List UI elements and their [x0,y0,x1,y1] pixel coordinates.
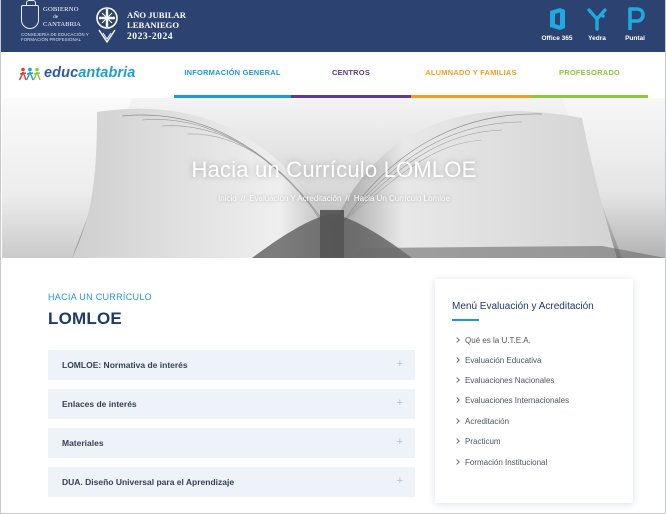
accordion-item[interactable]: LOMLOE: Normativa de interés + [48,350,415,380]
puntal-label: Puntal [625,35,645,42]
plus-icon: + [396,436,403,448]
gobierno-cantabria-logo[interactable]: GOBIERNO de CANTABRIA CONSEJERÍA DE EDUC… [21,0,91,47]
sidebar-link-label: Evaluación Educativa [465,356,542,365]
chevron-right-icon [454,438,460,444]
gov-line-4: CONSEJERÍA DE EDUCACIÓN Y FORMACIÓN PROF… [21,32,89,43]
page: GOBIERNO de CANTABRIA CONSEJERÍA DE EDUC… [0,0,666,514]
sidebar-title: Menú Evaluación y Acreditación [452,301,594,312]
breadcrumb-inicio[interactable]: Inicio [218,194,237,203]
puntal-link[interactable]: Puntal [613,6,657,46]
accordion-label: Materiales [62,438,104,448]
office-365-icon [550,8,565,30]
brand-part-1: educ [44,65,79,81]
jubilee-line-1: AÑO JUBILAR [127,10,186,20]
accordion-item[interactable]: Enlaces de interés + [48,389,415,419]
sidebar-link-label: Evaluaciones Internacionales [465,396,570,405]
breadcrumb-current: Hacia Un Currículo Lomloe [353,194,450,203]
accordion-label: Enlaces de interés [62,399,137,409]
sidebar-link-label: Practicum [465,437,501,446]
jubilee-line-2: LEBANIEGO [127,20,180,30]
sidebar-link[interactable]: Evaluación Educativa [454,356,542,365]
accordion-item[interactable]: Materiales + [48,428,415,458]
chevron-right-icon [454,357,460,363]
sidebar-link[interactable]: Practicum [454,437,501,446]
sidebar-link[interactable]: Evaluaciones Internacionales [454,396,570,405]
gov-line-1: GOBIERNO [43,6,79,13]
ano-jubilar-logo[interactable]: AÑO JUBILAR LEBANIEGO 2023-2024 [93,6,186,46]
nav-centros[interactable]: CENTROS [291,52,411,98]
nav-label: ALUMNADO Y FAMILIAS [425,68,517,77]
educantabria-logo[interactable]: educantabria [19,65,159,83]
chevron-right-icon [454,418,460,424]
breadcrumb-separator: // [240,194,246,203]
chevron-right-icon [454,459,460,465]
breadcrumb-evaluacion[interactable]: Evaluación Y Acreditación [249,194,341,203]
sidebar-link-label: Acreditación [465,417,510,426]
chevron-right-icon [454,377,460,383]
sidebar-link-label: Evaluaciones Nacionales [465,376,555,385]
top-bar: GOBIERNO de CANTABRIA CONSEJERÍA DE EDUC… [1,0,665,52]
sidebar-link[interactable]: Qué es la U.T.E.A. [454,336,531,345]
educantabria-wordmark: educantabria [44,65,135,81]
puntal-icon [628,7,645,30]
nav-informacion-general[interactable]: INFORMACIÓN GENERAL [174,52,291,98]
runners-icon [19,67,41,81]
nav-label: CENTROS [331,68,371,77]
section-title: LOMLOE [48,309,122,328]
sidebar-link[interactable]: Formación Institucional [454,458,548,467]
plus-icon: + [396,475,403,487]
hero-title: Hacia un Currículo LOMLOE [191,157,477,182]
office-365-link[interactable]: Office 365 [535,6,579,46]
breadcrumb-separator: // [345,194,350,203]
chevron-right-icon [454,397,460,403]
yedra-icon [587,8,607,31]
nav-label: PROFESORADO [559,68,620,77]
brand-part-2: antabria [78,65,136,81]
accordion-label: LOMLOE: Normativa de interés [62,360,188,370]
sidebar-menu: Menú Evaluación y Acreditación Qué es la… [435,279,633,503]
gov-line-2: de [53,14,59,20]
section-subtitle: HACIA UN CURRÍCULO [48,292,152,302]
jubilee-line-3: 2023-2024 [127,31,174,42]
accordion-item[interactable]: DUA. Diseño Universal para el Aprendizaj… [48,467,415,497]
plus-icon: + [396,358,403,370]
sidebar-link-label: Formación Institucional [465,458,548,467]
breadcrumb: Inicio//Evaluación Y Acreditación//Hacia… [1,194,665,203]
gov-line-3: CANTABRIA [43,21,81,28]
sidebar-title-underline [452,319,479,321]
nav-label: INFORMACIÓN GENERAL [184,68,281,77]
coat-of-arms-icon [21,0,39,29]
accordion-label: DUA. Diseño Universal para el Aprendizaj… [62,477,235,487]
sidebar-link[interactable]: Evaluaciones Nacionales [454,376,555,385]
jubilee-emblem-icon [96,7,118,44]
plus-icon: + [396,397,403,409]
office-365-label: Office 365 [541,35,573,42]
nav-profesorado[interactable]: PROFESORADO [531,52,648,98]
sidebar-link[interactable]: Acreditación [454,417,510,426]
sidebar-link-label: Qué es la U.T.E.A. [465,336,531,345]
chevron-right-icon [454,337,460,343]
nav-alumnado-familias[interactable]: ALUMNADO Y FAMILIAS [411,52,531,98]
